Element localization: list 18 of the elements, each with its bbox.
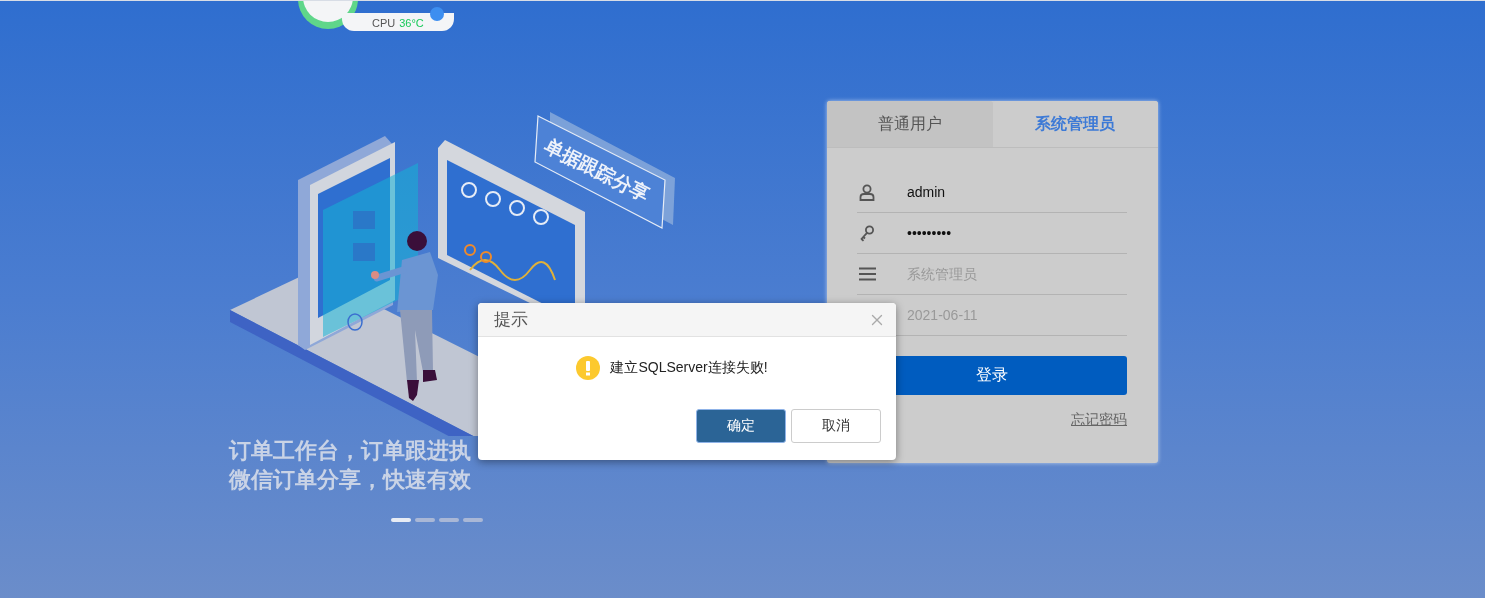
slogan-text: 微信订单分享，快速有效 — [229, 466, 472, 494]
dialog-message: 建立SQLServer连接失败! — [610, 359, 768, 377]
menu-icon — [859, 267, 876, 281]
status-dot-icon — [429, 7, 444, 21]
cancel-button[interactable]: 取消 — [791, 409, 881, 443]
warning-icon — [576, 356, 601, 380]
forgot-password-link[interactable]: 忘记密码 — [1071, 411, 1127, 429]
confirm-button[interactable]: 确定 — [696, 409, 786, 443]
sign-text: 单据跟踪分享 — [541, 133, 653, 206]
password-field[interactable]: ••••••••• — [907, 225, 1107, 241]
dialog-title: 提示 — [494, 309, 528, 331]
slogan-text: 订单工作台，订单跟进执 — [229, 437, 472, 465]
login-tab[interactable]: 普通用户 — [827, 101, 993, 147]
user-icon — [859, 183, 875, 201]
key-icon — [859, 224, 875, 242]
cpu-label: CPU — [372, 16, 396, 31]
username-field[interactable]: admin — [907, 184, 1107, 200]
cpu-temperature: 36°C — [399, 16, 424, 31]
